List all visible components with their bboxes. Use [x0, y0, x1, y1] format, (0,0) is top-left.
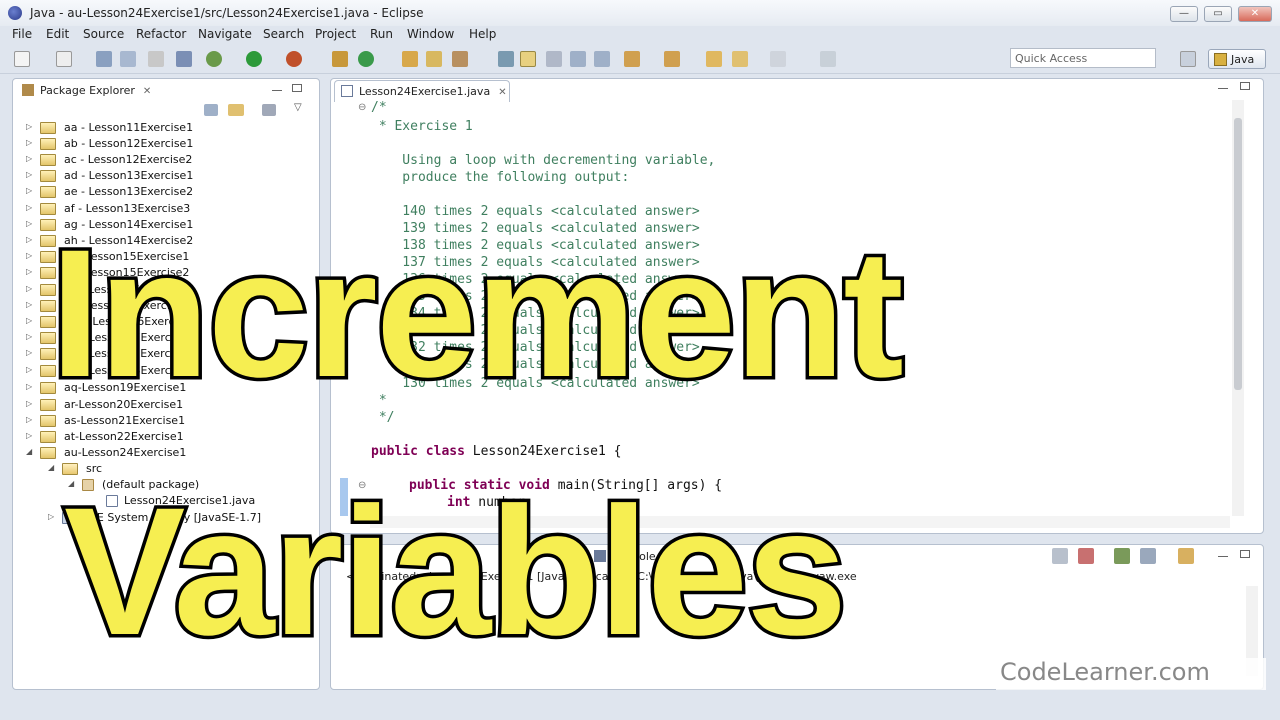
open-perspective-icon[interactable]: [1180, 51, 1196, 67]
code-line: /*: [371, 100, 387, 115]
mark-occurrences-icon[interactable]: [520, 51, 536, 67]
project-folder-icon: [40, 186, 56, 198]
search-icon[interactable]: [452, 51, 468, 67]
minimize-console-icon[interactable]: [1218, 556, 1228, 558]
minimize-editor-icon[interactable]: [1218, 88, 1228, 90]
codelearner-watermark: CodeLearner.com: [996, 658, 1266, 690]
show-whitespace-icon[interactable]: [570, 51, 586, 67]
minimize-button[interactable]: —: [1170, 6, 1198, 22]
menu-refactor[interactable]: Refactor: [136, 27, 186, 41]
back-icon[interactable]: [732, 51, 748, 67]
close-icon[interactable]: ✕: [143, 86, 151, 97]
class-declaration: public class Lesson24Exercise1 {: [371, 444, 622, 459]
java-perspective-button[interactable]: Java: [1208, 49, 1266, 69]
editor-tab[interactable]: Lesson24Exercise1.java ✕: [334, 80, 510, 102]
open-type-icon[interactable]: [402, 51, 418, 67]
project-folder-icon: [40, 122, 56, 134]
package-explorer-icon: [22, 84, 34, 96]
last-edit-icon[interactable]: [706, 51, 722, 67]
menu-project[interactable]: Project: [315, 27, 356, 41]
title-bar: Java - au-Lesson24Exercise1/src/Lesson24…: [0, 0, 1280, 26]
close-button[interactable]: ✕: [1238, 6, 1272, 22]
run-icon[interactable]: [246, 51, 262, 67]
forward-icon[interactable]: [770, 51, 786, 67]
menu-run[interactable]: Run: [370, 27, 393, 41]
project-folder-icon: [40, 431, 56, 443]
menu-edit[interactable]: Edit: [46, 27, 69, 41]
terminate-icon[interactable]: [1078, 548, 1094, 564]
minimize-view-icon[interactable]: [272, 90, 282, 92]
scrollbar-thumb[interactable]: [1234, 118, 1242, 390]
maximize-editor-icon[interactable]: [1240, 82, 1250, 90]
menu-bar: File Edit Source Refactor Navigate Searc…: [0, 26, 1280, 44]
package-explorer-header: Package Explorer ✕: [14, 80, 318, 104]
editor-tab-label: Lesson24Exercise1.java: [359, 85, 491, 98]
pin-editor-icon[interactable]: [820, 51, 836, 67]
window-title: Java - au-Lesson24Exercise1/src/Lesson24…: [30, 6, 424, 20]
view-menu-chevron-icon[interactable]: ▽: [294, 102, 302, 113]
package-explorer-title: Package Explorer: [40, 84, 135, 97]
code-line: * Exercise 1: [371, 119, 473, 134]
menu-file[interactable]: File: [12, 27, 32, 41]
project-folder-icon: [40, 170, 56, 182]
project-folder-icon: [40, 415, 56, 427]
menu-help[interactable]: Help: [469, 27, 496, 41]
view-menu-icon[interactable]: [262, 104, 276, 116]
clear-console-icon[interactable]: [1052, 548, 1068, 564]
eclipse-icon: [8, 6, 22, 20]
package-explorer-tab[interactable]: Package Explorer ✕: [16, 80, 166, 102]
collapse-all-icon[interactable]: [204, 104, 218, 116]
show-source-icon[interactable]: [594, 51, 610, 67]
maximize-button[interactable]: ▭: [1204, 6, 1232, 22]
print-icon[interactable]: [148, 51, 164, 67]
link-editor-icon[interactable]: [228, 104, 244, 116]
pin-console-icon[interactable]: [1114, 548, 1130, 564]
block-selection-icon[interactable]: [546, 51, 562, 67]
code-line: Using a loop with decrementing variable,: [371, 153, 716, 168]
overlay-title-line1: Increment: [47, 211, 908, 415]
external-tools-icon[interactable]: [286, 51, 302, 67]
editor-vertical-scrollbar[interactable]: [1232, 100, 1244, 516]
menu-window[interactable]: Window: [407, 27, 454, 41]
code-line: produce the following output:: [371, 170, 630, 185]
project-folder-icon: [40, 154, 56, 166]
maximize-view-icon[interactable]: [292, 84, 302, 92]
display-console-icon[interactable]: [1140, 548, 1156, 564]
java-perspective-label: Java: [1231, 53, 1255, 66]
java-file-icon: [341, 85, 353, 97]
previous-annotation-icon[interactable]: [664, 51, 680, 67]
close-icon[interactable]: ✕: [498, 87, 506, 98]
new-icon[interactable]: [14, 51, 30, 67]
fold-icon[interactable]: ⊖: [358, 102, 366, 113]
maximize-console-icon[interactable]: [1240, 550, 1250, 558]
save-icon[interactable]: [96, 51, 112, 67]
debug-icon[interactable]: [206, 51, 222, 67]
java-perspective-icon: [1214, 53, 1227, 66]
new-wizard-icon[interactable]: [56, 51, 72, 67]
new-java-project-icon[interactable]: [332, 51, 348, 67]
editor-tab-bar: Lesson24Exercise1.java ✕: [332, 78, 1262, 102]
project-folder-icon: [40, 447, 56, 459]
overlay-title-line2: Variables: [60, 469, 850, 673]
next-annotation-icon[interactable]: [624, 51, 640, 67]
save-all-icon[interactable]: [120, 51, 136, 67]
open-task-icon[interactable]: [426, 51, 442, 67]
skip-breakpoints-icon[interactable]: [176, 51, 192, 67]
toggle-breadcrumb-icon[interactable]: [498, 51, 514, 67]
new-class-icon[interactable]: [358, 51, 374, 67]
open-console-icon[interactable]: [1178, 548, 1194, 564]
project-folder-icon: [40, 138, 56, 150]
quick-access-input[interactable]: Quick Access: [1010, 48, 1156, 68]
menu-navigate[interactable]: Navigate: [198, 27, 252, 41]
menu-search[interactable]: Search: [263, 27, 304, 41]
eclipse-window: Java - au-Lesson24Exercise1/src/Lesson24…: [0, 0, 1280, 720]
menu-source[interactable]: Source: [83, 27, 124, 41]
